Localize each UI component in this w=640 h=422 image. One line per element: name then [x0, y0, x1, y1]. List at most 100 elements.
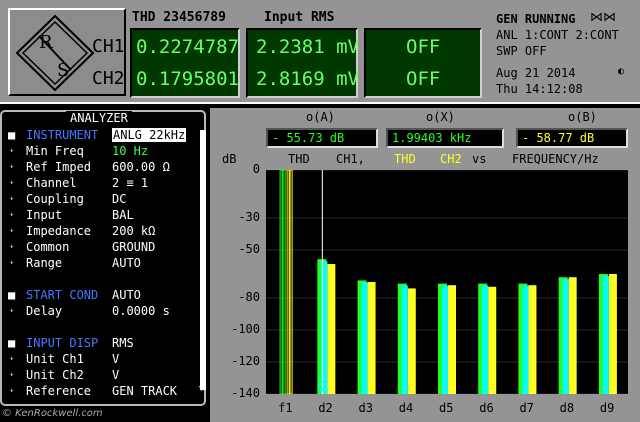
x-tick-label: d2 — [318, 401, 333, 415]
setting-value[interactable]: RMS — [112, 336, 134, 350]
spectrum-plot[interactable] — [266, 169, 628, 395]
bar-overlap — [602, 276, 609, 394]
svg-text:R: R — [39, 32, 53, 53]
ch1-rms-value: 2.2381 mV — [256, 36, 359, 58]
y-tick-label: -80 — [238, 290, 260, 304]
bar-ch2 — [407, 288, 416, 394]
item-marker-icon: · — [8, 224, 16, 238]
cursor-b-label: o(B) — [568, 110, 597, 124]
bar-ch2 — [327, 264, 336, 394]
bar-f1 — [282, 169, 286, 395]
section-marker-icon: ■ — [8, 288, 16, 302]
ch2-label: CH2 — [92, 68, 125, 89]
setting-value[interactable]: 10 Hz — [112, 144, 148, 158]
setting-value[interactable]: GROUND — [112, 240, 155, 254]
setting-value[interactable]: AUTO — [112, 256, 141, 270]
graph-title-vs: vs — [472, 152, 487, 166]
cursor-x-readout[interactable]: 1.99403 kHz — [386, 128, 504, 148]
setting-label: Impedance — [26, 224, 92, 238]
scroll-down-icon[interactable]: ▼ — [199, 384, 204, 394]
section-marker-icon: ■ — [8, 336, 16, 350]
y-tick-label: -140 — [231, 386, 260, 400]
bar-ch2 — [568, 277, 577, 394]
x-tick-label: d4 — [398, 401, 414, 415]
setting-label: Ref Imped — [26, 160, 92, 174]
cursor-a-value: - 55.73 dB — [272, 131, 345, 145]
graph-panel: o(A) o(X) o(B) - 55.73 dB 1.99403 kHz - … — [210, 108, 640, 422]
setting-value[interactable]: V — [112, 368, 119, 382]
setting-label: Min Freq — [26, 144, 84, 158]
bar-overlap — [401, 285, 408, 394]
anl-status: ANL 1:CONT 2:CONT — [496, 28, 619, 42]
y-tick-label: -120 — [231, 354, 260, 368]
item-marker-icon: · — [8, 176, 16, 190]
time-readout: Thu 14:12:08 — [496, 82, 583, 96]
ch1-label: CH1 — [92, 36, 125, 57]
status-panel: R S CH1 CH2 THD 23456789 Input RMS 0.227… — [0, 0, 640, 104]
rms-display[interactable]: 2.2381 mV 2.8169 mV — [246, 28, 359, 98]
setting-label: START COND — [26, 288, 99, 302]
cursor-b-readout[interactable]: - 58.77 dB — [516, 128, 628, 148]
sweep-status: SWP OFF — [496, 44, 547, 58]
setting-value[interactable]: 0.0000 s — [112, 304, 170, 318]
graph-title-thd2: THD — [394, 152, 416, 166]
x-tick-label: d6 — [479, 401, 494, 415]
item-marker-icon: · — [8, 144, 16, 158]
bar-ch2 — [488, 286, 497, 394]
x-tick-label: d5 — [439, 401, 454, 415]
setting-label: Range — [26, 256, 63, 270]
svg-text:S: S — [57, 60, 69, 81]
gen-status: GEN RUNNING — [496, 12, 576, 26]
bar-ch2 — [608, 274, 617, 394]
bar-f1 — [279, 169, 283, 395]
cursor-x-value: 1.99403 kHz — [392, 131, 472, 145]
item-marker-icon: · — [8, 352, 16, 366]
ch1-thd-value: 0.2274787 % — [136, 36, 262, 58]
bar-ch2 — [448, 285, 456, 394]
bar-overlap — [361, 282, 368, 394]
bar-f1 — [289, 169, 293, 395]
setting-value[interactable]: GEN TRACK — [112, 384, 177, 398]
analyzer-title: ANALYZER — [66, 111, 132, 125]
setting-value[interactable]: 2 ≡ 1 — [112, 176, 148, 190]
ch2-rms-value: 2.8169 mV — [256, 68, 359, 90]
y-tick-label: -50 — [238, 242, 260, 256]
item-marker-icon: · — [8, 304, 16, 318]
item-marker-icon: · — [8, 208, 16, 222]
setting-value[interactable]: 200 kΩ — [112, 224, 155, 238]
analyzer-scrollbar[interactable] — [200, 130, 206, 390]
copyright-text: © KenRockwell.com — [2, 408, 103, 419]
setting-label: INPUT DISP — [26, 336, 99, 350]
aux-display[interactable]: OFF OFF — [364, 28, 482, 98]
setting-value[interactable]: V — [112, 352, 119, 366]
setting-label: INSTRUMENT — [26, 128, 99, 142]
rs-logo-icon: R S — [15, 14, 95, 92]
bar-overlap — [522, 285, 529, 394]
bar-f1 — [286, 169, 290, 395]
ch2-aux-value: OFF — [406, 68, 441, 90]
setting-value[interactable]: BAL — [112, 208, 134, 222]
item-marker-icon: · — [8, 240, 16, 254]
thd-header: THD 23456789 — [132, 10, 226, 25]
ch1-aux-value: OFF — [406, 36, 441, 58]
setting-value[interactable]: 600.00 Ω — [112, 160, 170, 174]
spectrum-chart — [266, 169, 628, 395]
x-tick-label: f1 — [278, 401, 293, 415]
bar-overlap — [562, 279, 569, 394]
item-marker-icon: · — [8, 256, 16, 270]
graph-title-x: FREQUENCY/Hz — [512, 152, 599, 166]
y-tick-label: -30 — [238, 210, 260, 224]
setting-value[interactable]: DC — [112, 192, 126, 206]
item-marker-icon: · — [8, 160, 16, 174]
x-tick-label: d3 — [358, 401, 373, 415]
analyzer-panel: ANALYZER ■ INSTRUMENT ANLG 22kHz · Min Freq 1… — [0, 110, 206, 406]
thd-display[interactable]: 0.2274787 % 0.1795801 % — [130, 28, 262, 98]
bar-ch2 — [528, 285, 537, 394]
cursor-a-readout[interactable]: - 55.73 dB — [266, 128, 378, 148]
bar-ch2 — [367, 282, 376, 394]
setting-value[interactable]: ANLG 22kHz — [112, 128, 187, 142]
date-readout: Aug 21 2014 — [496, 66, 576, 80]
setting-label: Common — [26, 240, 70, 254]
setting-label: Coupling — [26, 192, 84, 206]
setting-value[interactable]: AUTO — [112, 288, 141, 302]
